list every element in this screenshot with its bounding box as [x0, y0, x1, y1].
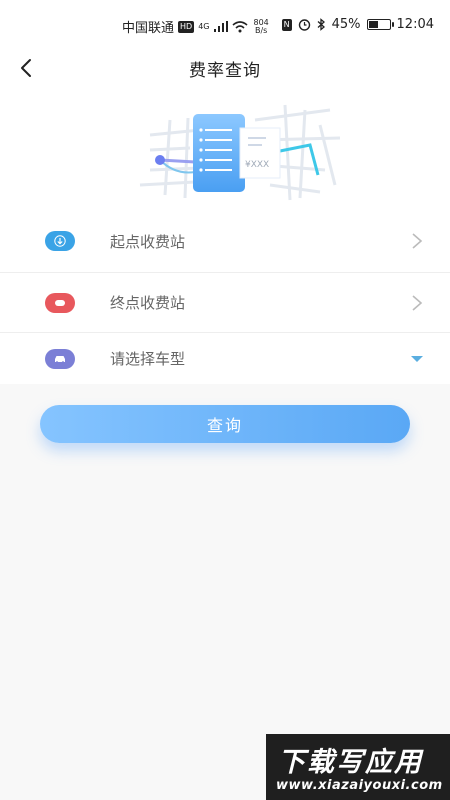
- stop-icon: [55, 299, 65, 306]
- start-station-icon: [45, 231, 75, 251]
- download-arrow-icon: [54, 235, 66, 247]
- watermark-title: 下载写应用: [278, 747, 423, 778]
- hero-illustration: ¥XXX: [0, 90, 450, 210]
- hd-badge: HD: [178, 20, 195, 33]
- chevron-right-icon: [412, 233, 423, 249]
- net-speed: 804 B/s: [254, 18, 269, 35]
- alarm-icon: [298, 19, 310, 31]
- nav-header: 费率查询: [0, 50, 450, 90]
- watermark-url: www.xiazaiyouxi.com: [276, 778, 443, 793]
- chevron-right-icon: [412, 294, 423, 311]
- query-button[interactable]: 查询: [40, 405, 410, 443]
- fare-query-form: 起点收费站 终点收费站 请选择车型: [0, 210, 450, 384]
- page-title: 费率查询: [189, 61, 261, 81]
- status-right: N 45% 12:04: [281, 17, 434, 32]
- carrier-label: 中国联通: [122, 21, 175, 36]
- end-station-row[interactable]: 终点收费站: [0, 272, 450, 332]
- status-bar: 中国联通 HD 4G 804 B/s N 45% 12:04: [0, 0, 450, 50]
- clock: 12:04: [396, 17, 434, 32]
- start-station-row[interactable]: 起点收费站: [0, 210, 450, 272]
- network-type: 4G: [198, 21, 210, 31]
- watermark: 下载写应用 www.xiazaiyouxi.com: [266, 734, 450, 800]
- wifi-icon: [231, 20, 248, 32]
- receipt-price: ¥XXX: [245, 160, 270, 170]
- toll-receipt-illustration: [139, 104, 341, 201]
- vehicle-type-row[interactable]: 请选择车型: [0, 332, 450, 384]
- end-station-icon: [45, 292, 75, 313]
- caret-down-icon: [411, 355, 423, 362]
- battery-icon: [366, 19, 394, 30]
- vehicle-type-icon: [45, 348, 75, 369]
- signal-icon: [213, 21, 228, 32]
- end-station-label: 终点收费站: [110, 294, 186, 312]
- nfc-icon: N: [281, 18, 292, 31]
- status-left: 中国联通 HD 4G 804 B/s: [122, 17, 269, 36]
- start-station-label: 起点收费站: [110, 232, 186, 251]
- car-icon: [55, 355, 65, 364]
- bluetooth-icon: [317, 18, 325, 31]
- vehicle-type-select: 请选择车型: [110, 350, 186, 368]
- net-speed-unit: B/s: [254, 25, 268, 35]
- battery-percent: 45%: [331, 17, 361, 32]
